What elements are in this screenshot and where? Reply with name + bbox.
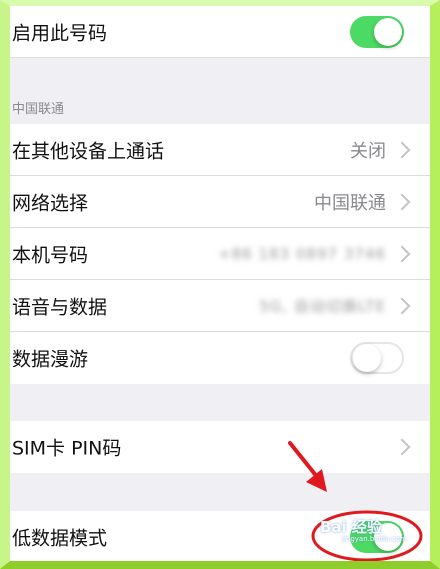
watermark-sub: jingyan.baidu.com bbox=[342, 535, 407, 543]
watermark-text: Bai 经验 bbox=[320, 518, 382, 536]
annotation-overlay bbox=[288, 441, 423, 562]
baidu-watermark: Bai 经验 jingyan.baidu.com bbox=[320, 516, 407, 543]
annotation-arrow-line bbox=[288, 441, 320, 480]
annotation-arrow-head bbox=[306, 469, 327, 492]
